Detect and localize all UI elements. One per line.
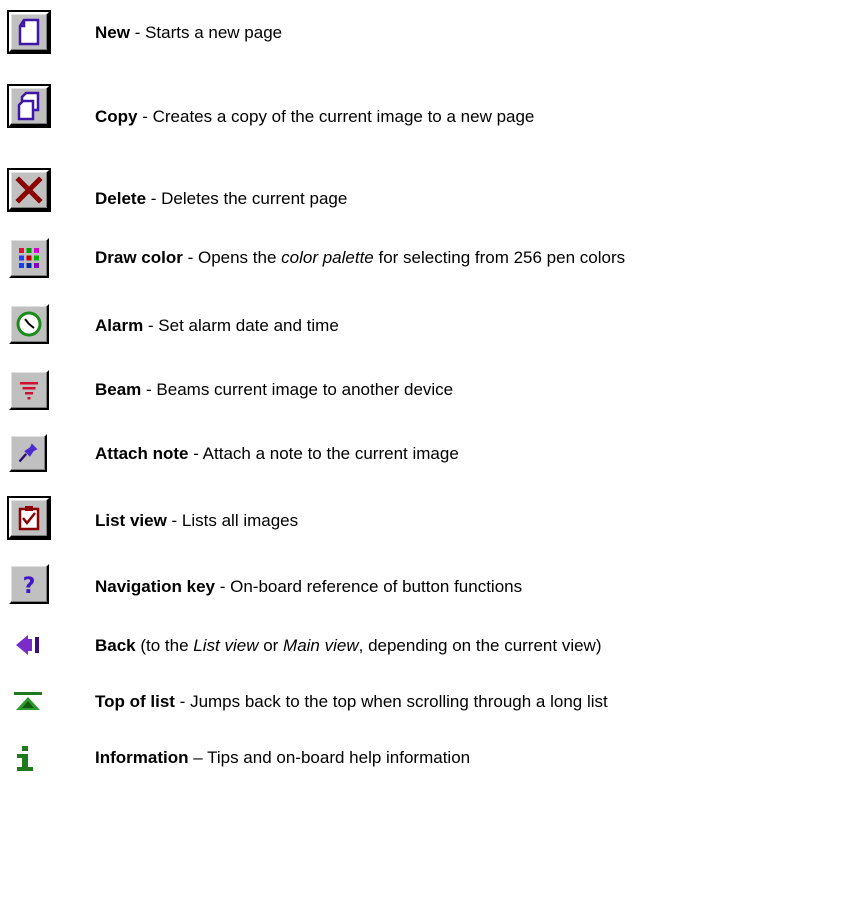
svg-text:?: ?	[23, 574, 36, 599]
legend-text-draw-color: Draw color - Opens the color palette for…	[95, 248, 626, 267]
legend-text-navigation-key: Navigation key - On-board reference of b…	[95, 577, 523, 596]
legend-text-copy: Copy - Creates a copy of the current ima…	[95, 107, 535, 126]
legend-text-beam: Beam - Beams current image to another de…	[95, 380, 454, 399]
legend-text-list-view: List view - Lists all images	[95, 511, 299, 530]
legend-text-new: New - Starts a new page	[95, 23, 283, 42]
color-grid-icon[interactable]	[9, 238, 49, 278]
legend-text-delete: Delete - Deletes the current page	[95, 189, 348, 208]
question-mark-icon[interactable]: ?	[9, 564, 49, 604]
new-page-icon[interactable]	[7, 10, 51, 54]
legend-text-back: Back (to the List view or Main view, dep…	[95, 636, 602, 655]
info-icon[interactable]	[14, 746, 36, 772]
legend-text-information: Information – Tips and on-board help inf…	[95, 748, 471, 767]
top-of-list-icon[interactable]	[12, 690, 44, 712]
pushpin-icon[interactable]	[9, 434, 47, 472]
legend-text-alarm: Alarm - Set alarm date and time	[95, 316, 339, 335]
item-name: New	[95, 23, 130, 42]
legend-text-attach-note: Attach note - Attach a note to the curre…	[95, 444, 459, 463]
beam-icon[interactable]	[9, 370, 49, 410]
clipboard-check-icon[interactable]	[7, 496, 51, 540]
legend-text-top-of-list: Top of list - Jumps back to the top when…	[95, 692, 608, 711]
delete-x-icon[interactable]	[7, 168, 51, 212]
alarm-clock-icon[interactable]	[9, 304, 49, 344]
copy-page-icon[interactable]	[7, 84, 51, 128]
back-arrow-icon[interactable]	[12, 632, 46, 658]
